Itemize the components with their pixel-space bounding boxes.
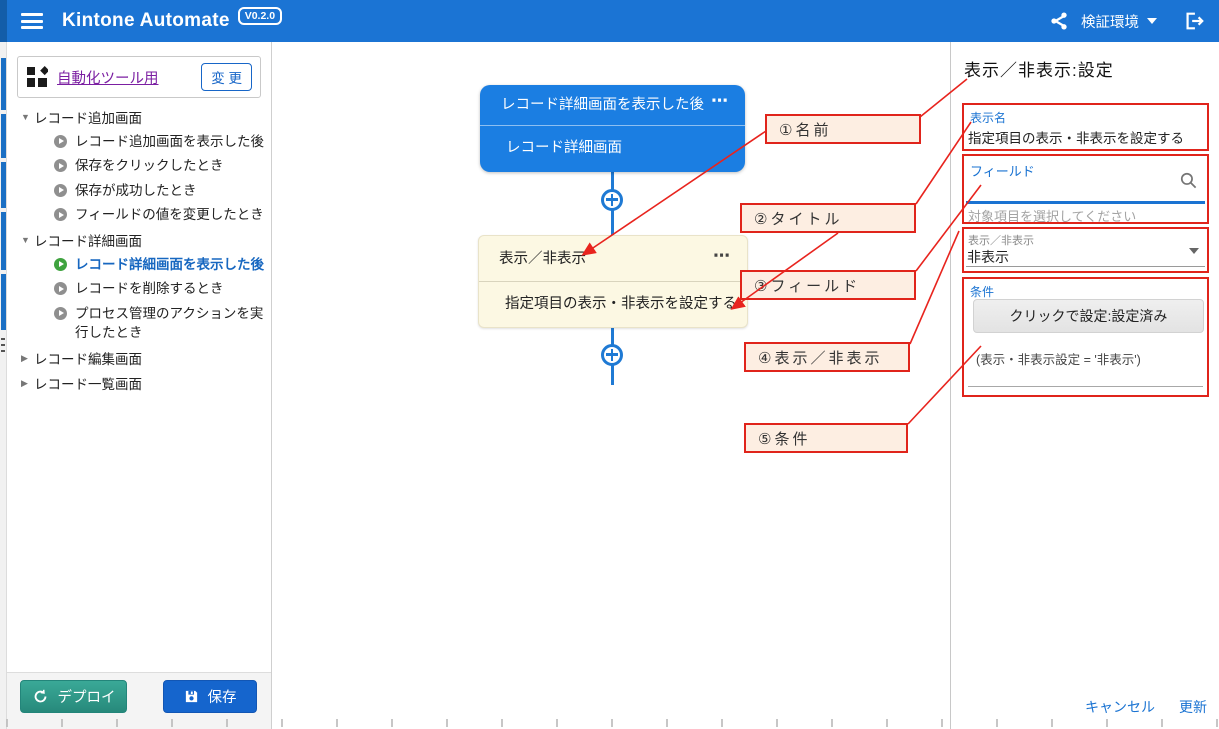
tree-item-label: フィールドの値を変更したとき xyxy=(75,205,264,225)
display-name-label: 表示名 xyxy=(970,109,1006,126)
tree-item[interactable]: 保存をクリックしたとき xyxy=(7,154,271,179)
condition-label: 条件 xyxy=(970,283,994,300)
annotation-condition: ⑤条件 xyxy=(744,423,908,453)
tree-group-label: レコード一覧画面 xyxy=(34,373,142,393)
node-menu-icon[interactable]: ⋯ xyxy=(713,246,731,266)
action-node-subtitle: 指定項目の表示・非表示を設定する xyxy=(479,282,747,327)
add-step-button[interactable] xyxy=(601,189,623,211)
action-node[interactable]: 表示／非表示 ⋯ 指定項目の表示・非表示を設定する xyxy=(478,235,748,328)
select-caret-icon[interactable] xyxy=(1189,248,1199,254)
environment-label[interactable]: 検証環境 xyxy=(1081,11,1139,32)
tree-item[interactable]: レコードを削除するとき xyxy=(7,277,271,302)
app-icon xyxy=(26,66,48,88)
share-icon[interactable] xyxy=(1049,11,1069,31)
save-button-label: 保存 xyxy=(208,686,237,707)
add-step-button[interactable] xyxy=(601,344,623,366)
display-name-highlight-box: 表示名 指定項目の表示・非表示を設定する xyxy=(962,103,1209,151)
floppy-disk-icon xyxy=(184,689,199,704)
event-play-icon xyxy=(54,184,67,197)
field-helper-text: 対象項目を選択してください xyxy=(968,206,1136,225)
deploy-button-label: デプロイ xyxy=(58,686,116,707)
visibility-select-value[interactable]: 非表示 xyxy=(967,247,1009,267)
trigger-node-title: レコード詳細画面を表示した後 xyxy=(480,85,745,126)
tree-collapse-icon: ▶ xyxy=(21,353,34,364)
change-app-button[interactable]: 変 更 xyxy=(201,63,252,91)
cancel-button[interactable]: キャンセル xyxy=(1085,697,1155,717)
tree-item-label: 保存が成功したとき xyxy=(75,181,197,201)
header-edge-strip xyxy=(0,0,7,42)
tree-group-label: レコード追加画面 xyxy=(34,107,142,127)
tree-group-label: レコード詳細画面 xyxy=(34,230,142,250)
version-badge: V0.2.0 xyxy=(238,7,282,25)
tree-item[interactable]: フィールドの値を変更したとき xyxy=(7,203,271,228)
annotation-name: ①名前 xyxy=(765,114,921,144)
display-name-value[interactable]: 指定項目の表示・非表示を設定する xyxy=(968,127,1184,147)
environment-caret-icon[interactable] xyxy=(1147,18,1157,24)
settings-panel: 表示／非表示:設定 表示名 指定項目の表示・非表示を設定する フィールド 対象項… xyxy=(950,42,1219,729)
app-link[interactable]: 自動化ツール用 xyxy=(57,67,201,88)
tree-item[interactable]: 保存が成功したとき xyxy=(7,178,271,203)
annotation-field: ③フィールド xyxy=(740,270,916,300)
event-play-icon xyxy=(54,208,67,221)
tree-collapse-icon: ▶ xyxy=(21,378,34,389)
tree-item-label: レコード詳細画面を表示した後 xyxy=(75,255,264,275)
event-play-icon-active xyxy=(54,258,67,271)
update-button[interactable]: 更新 xyxy=(1179,697,1207,717)
tree-item[interactable]: レコード追加画面を表示した後 xyxy=(7,129,271,154)
tree-expand-icon: ▼ xyxy=(21,112,34,122)
event-play-icon xyxy=(54,135,67,148)
tree-group-record-add[interactable]: ▼ レコード追加画面 xyxy=(7,104,271,129)
event-play-icon xyxy=(54,159,67,172)
event-play-icon xyxy=(54,282,67,295)
app-title: Kintone Automate xyxy=(62,10,230,32)
condition-set-button[interactable]: クリックで設定:設定済み xyxy=(973,299,1204,333)
tree-item-label: レコード追加画面を表示した後 xyxy=(75,132,264,152)
condition-underline xyxy=(968,386,1203,387)
tree-group-label: レコード編集画面 xyxy=(34,348,142,368)
field-search-input[interactable] xyxy=(968,180,1168,196)
app-header: Kintone Automate V0.2.0 検証環境 xyxy=(0,0,1219,42)
kintone-automate-app: Kintone Automate V0.2.0 検証環境 自動化ツ xyxy=(0,0,1219,729)
field-label: フィールド xyxy=(970,161,1035,180)
event-play-icon xyxy=(54,307,67,320)
tree-item-label: 保存をクリックしたとき xyxy=(75,156,224,176)
condition-expression: (表示・非表示設定 = '非表示') xyxy=(976,349,1141,368)
tree-group-record-edit[interactable]: ▶ レコード編集画面 xyxy=(7,346,271,371)
logout-icon[interactable] xyxy=(1183,10,1205,32)
app-card: 自動化ツール用 変 更 xyxy=(17,56,261,98)
tree-item[interactable]: プロセス管理のアクションを実行したとき xyxy=(7,301,271,345)
sidebar-minimap-strip xyxy=(0,42,7,729)
annotation-title: ②タイトル xyxy=(740,203,916,233)
tree-expand-icon: ▼ xyxy=(21,235,34,245)
refresh-icon xyxy=(32,688,49,705)
field-highlight-box: フィールド 対象項目を選択してください xyxy=(962,154,1209,224)
hamburger-menu-icon[interactable] xyxy=(21,13,43,29)
tree-group-record-detail[interactable]: ▼ レコード詳細画面 xyxy=(7,227,271,252)
node-menu-icon[interactable]: ⋯ xyxy=(711,91,729,111)
tree-item-label: レコードを削除するとき xyxy=(75,279,224,299)
visibility-label: 表示／非表示 xyxy=(968,232,1034,248)
sidebar: 自動化ツール用 変 更 ▼ レコード追加画面 レコード追加画面を表示した後 保存… xyxy=(7,42,272,729)
search-icon[interactable] xyxy=(1179,171,1198,190)
deploy-button[interactable]: デプロイ xyxy=(20,680,127,713)
sidebar-footer: デプロイ 保存 xyxy=(7,672,271,729)
field-input-underline xyxy=(966,201,1205,204)
action-node-title: 表示／非表示 xyxy=(479,236,747,282)
tree-group-record-list[interactable]: ▶ レコード一覧画面 xyxy=(7,371,271,396)
tree-item-selected[interactable]: レコード詳細画面を表示した後 xyxy=(7,252,271,277)
visibility-underline xyxy=(966,266,1205,267)
condition-highlight-box: 条件 クリックで設定:設定済み (表示・非表示設定 = '非表示') xyxy=(962,277,1209,397)
save-button[interactable]: 保存 xyxy=(163,680,257,713)
flow-canvas: レコード詳細画面を表示した後 ⋯ レコード詳細画面 表示／非表示 ⋯ 指定項目の… xyxy=(272,42,950,729)
tree-item-label: プロセス管理のアクションを実行したとき xyxy=(75,304,265,343)
annotation-visibility: ④表示／非表示 xyxy=(744,342,910,372)
trigger-node[interactable]: レコード詳細画面を表示した後 ⋯ レコード詳細画面 xyxy=(480,85,745,172)
trigger-node-subtitle: レコード詳細画面 xyxy=(480,126,745,171)
event-tree: ▼ レコード追加画面 レコード追加画面を表示した後 保存をクリックしたとき 保存… xyxy=(7,104,271,396)
visibility-highlight-box: 表示／非表示 非表示 xyxy=(962,227,1209,273)
panel-title: 表示／非表示:設定 xyxy=(964,56,1114,81)
